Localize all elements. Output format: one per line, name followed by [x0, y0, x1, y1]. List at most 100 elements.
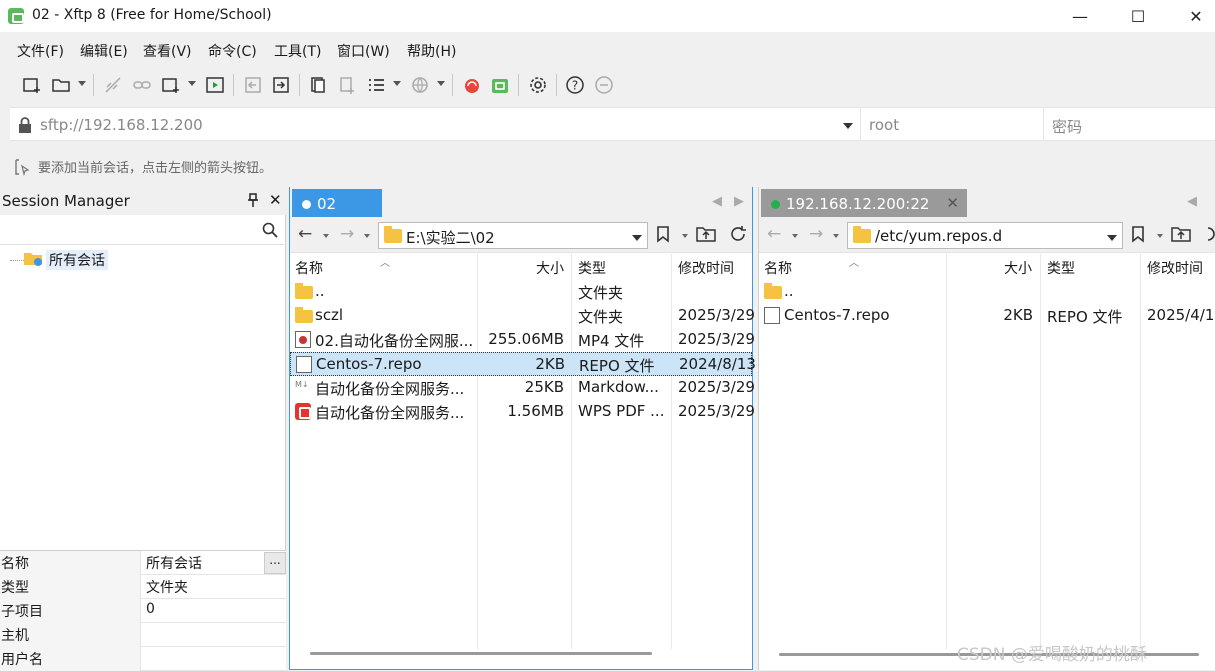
new-session-icon[interactable] [22, 75, 42, 95]
globe-icon[interactable] [410, 75, 430, 95]
pin-icon[interactable] [248, 193, 258, 211]
menu-command[interactable]: 命令(C) [208, 41, 257, 61]
back-dropdown-icon[interactable] [792, 234, 798, 238]
column-name[interactable]: 名称 [295, 258, 323, 278]
search-icon[interactable] [262, 222, 278, 242]
tab-remote[interactable]: 192.168.12.200:22 ✕ [761, 189, 967, 217]
column-size[interactable]: 大小 [536, 258, 564, 278]
password-field[interactable]: 密码 [1043, 108, 1215, 140]
local-path-input[interactable]: E:\实验二\02 [378, 222, 648, 249]
session-search-input[interactable] [0, 217, 286, 245]
column-name[interactable]: 名称 [764, 258, 792, 278]
menu-edit[interactable]: 编辑(E) [80, 41, 128, 61]
new-tab-icon[interactable] [161, 75, 181, 95]
host-dropdown-icon[interactable] [843, 123, 853, 129]
horizontal-scrollbar[interactable] [310, 652, 652, 655]
document-icon [764, 307, 780, 324]
sort-caret-icon: ︿ [380, 258, 390, 269]
tab-scroll-left-icon[interactable]: ◀ [712, 194, 722, 209]
file-row[interactable]: 自动化备份全网服务... 25KB Markdow... 2025/3/29 [290, 376, 755, 400]
file-row[interactable]: sczl 文件夹 2025/3/29 [290, 304, 755, 328]
terminal-icon[interactable] [205, 75, 225, 95]
forward-arrow-icon[interactable]: → [340, 224, 354, 244]
property-key: 子项目 [0, 599, 141, 623]
column-type[interactable]: 类型 [1047, 258, 1075, 278]
tab-close-button[interactable]: ✕ [946, 194, 959, 212]
back-dropdown-icon[interactable] [323, 234, 329, 238]
forward-dropdown-icon[interactable] [833, 234, 839, 238]
refresh-icon[interactable] [728, 225, 748, 247]
back-arrow-icon[interactable]: ← [298, 224, 312, 244]
tab-scroll-right-icon[interactable]: ▶ [734, 194, 744, 209]
help-icon[interactable]: ? [565, 75, 585, 95]
refresh-icon[interactable] [1201, 225, 1215, 247]
open-dropdown-icon[interactable] [78, 81, 86, 86]
view-dropdown-icon[interactable] [393, 81, 401, 86]
link-icon[interactable] [132, 75, 152, 95]
property-row: 用户名 [0, 647, 286, 671]
bookmark-icon[interactable] [656, 225, 670, 247]
file-type: WPS PDF ... [578, 402, 665, 420]
property-row: 名称 所有会话... [0, 551, 286, 575]
file-type: REPO 文件 [1047, 308, 1123, 326]
menu-bar: 文件(F) 编辑(E) 查看(V) 命令(C) 工具(T) 窗口(W) 帮助(H… [0, 34, 1215, 64]
file-row[interactable]: Centos-7.repo 2KB REPO 文件 2025/4/12 [759, 304, 1215, 328]
path-dropdown-icon[interactable] [632, 235, 642, 241]
menu-file[interactable]: 文件(F) [17, 41, 64, 61]
disconnect-icon[interactable] [103, 75, 123, 95]
bookmark-dropdown-icon[interactable] [1157, 234, 1163, 238]
copy-icon[interactable] [308, 75, 328, 95]
column-size[interactable]: 大小 [1004, 258, 1032, 278]
list-view-icon[interactable] [366, 75, 386, 95]
remote-file-pane: 192.168.12.200:22 ✕ ◀ ← → /etc/yum.repos.… [758, 187, 1215, 670]
xftp-icon[interactable] [490, 75, 510, 95]
file-row[interactable]: 自动化备份全网服务... 1.56MB WPS PDF ... 2025/3/29 [290, 400, 755, 424]
host-input[interactable]: sftp://192.168.12.200 [40, 116, 203, 134]
transfer-left-icon[interactable] [243, 75, 263, 95]
session-manager-close-button[interactable]: ✕ [269, 191, 282, 209]
path-dropdown-icon[interactable] [1107, 235, 1117, 241]
menu-window[interactable]: 窗口(W) [337, 41, 390, 61]
menu-help[interactable]: 帮助(H) [407, 41, 456, 61]
transfer-right-icon[interactable] [271, 75, 291, 95]
add-session-icon[interactable] [14, 158, 32, 180]
property-key: 名称 [0, 551, 141, 575]
close-button[interactable]: ✕ [1167, 0, 1215, 32]
column-type[interactable]: 类型 [578, 258, 606, 278]
maximize-button[interactable]: ☐ [1109, 0, 1167, 32]
remote-path-input[interactable]: /etc/yum.repos.d [847, 222, 1123, 249]
folder-icon [764, 283, 782, 299]
back-arrow-icon[interactable]: ← [767, 224, 781, 244]
property-more-button[interactable]: ... [264, 552, 286, 574]
forward-dropdown-icon[interactable] [364, 234, 370, 238]
bookmark-icon[interactable] [1131, 225, 1145, 247]
new-tab-dropdown-icon[interactable] [188, 81, 196, 86]
file-row[interactable]: .. 文件夹 [290, 280, 752, 304]
parent-folder-icon[interactable] [696, 225, 716, 247]
file-type: MP4 文件 [578, 332, 645, 350]
hint-bar: 要添加当前会话，点击左侧的箭头按钮。 [0, 143, 1215, 187]
tab-scroll-left-icon[interactable]: ◀ [1187, 194, 1197, 209]
file-size: 25KB [524, 378, 564, 396]
paste-icon[interactable] [337, 75, 357, 95]
file-row[interactable]: .. [759, 280, 1215, 304]
bookmark-dropdown-icon[interactable] [682, 234, 688, 238]
column-modified[interactable]: 修改时间 [678, 258, 734, 278]
chat-icon[interactable] [594, 75, 614, 95]
username-field[interactable]: root [860, 108, 1043, 140]
menu-view[interactable]: 查看(V) [143, 41, 192, 61]
file-row[interactable]: Centos-7.repo 2KB REPO 文件 2024/8/13 [290, 352, 756, 376]
tree-item-all-sessions[interactable]: 所有会话 [46, 250, 108, 270]
session-manager-panel: Session Manager ✕ 所有会话 名称 所有会话... 类型 文件夹 子… [0, 187, 286, 671]
forward-arrow-icon[interactable]: → [809, 224, 823, 244]
minimize-button[interactable]: — [1051, 0, 1109, 32]
parent-folder-icon[interactable] [1171, 225, 1191, 247]
file-row[interactable]: 02.自动化备份全网服... 255.06MB MP4 文件 2025/3/29 [290, 328, 755, 352]
column-modified[interactable]: 修改时间 [1147, 258, 1203, 278]
encoding-dropdown-icon[interactable] [437, 81, 445, 86]
open-folder-icon[interactable] [51, 75, 71, 95]
xshell-icon[interactable] [462, 75, 482, 95]
settings-gear-icon[interactable] [528, 75, 548, 95]
menu-tools[interactable]: 工具(T) [274, 41, 321, 61]
tab-local[interactable]: 02 [292, 189, 382, 217]
